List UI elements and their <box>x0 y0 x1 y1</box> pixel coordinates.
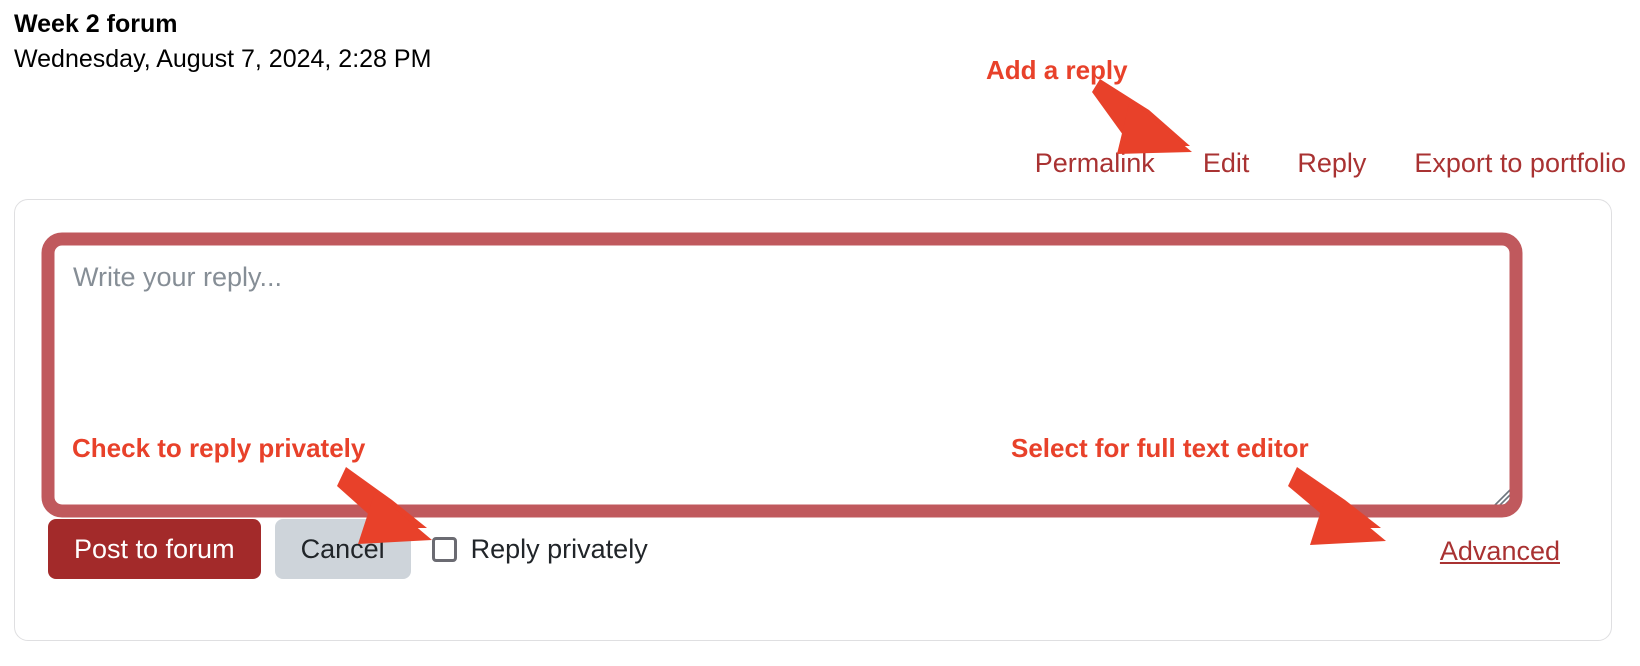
advanced-link[interactable]: Advanced <box>1440 536 1560 567</box>
reply-link[interactable]: Reply <box>1297 148 1366 179</box>
post-header: Week 2 forum Wednesday, August 7, 2024, … <box>14 8 431 77</box>
annotation-full-editor: Select for full text editor <box>1011 433 1309 463</box>
annotation-check-private: Check to reply privately <box>72 433 366 463</box>
annotation-add-reply: Add a reply <box>986 55 1128 85</box>
reply-privately-group: Reply privately <box>431 534 648 565</box>
permalink-link[interactable]: Permalink <box>1035 148 1155 179</box>
reply-input[interactable] <box>48 239 1516 511</box>
post-action-links: Permalink Edit Reply Export to portfolio <box>1035 148 1626 179</box>
reply-privately-label[interactable]: Reply privately <box>471 534 648 565</box>
edit-link[interactable]: Edit <box>1203 148 1250 179</box>
reply-form-controls: Post to forum Cancel Reply privately <box>48 519 648 580</box>
post-to-forum-button[interactable]: Post to forum <box>48 519 261 580</box>
post-timestamp: Wednesday, August 7, 2024, 2:28 PM <box>14 44 432 73</box>
resize-grip-icon[interactable] <box>1486 482 1512 508</box>
reply-textarea-container <box>48 239 1516 511</box>
cancel-button[interactable]: Cancel <box>274 519 411 580</box>
reply-privately-checkbox[interactable] <box>431 536 457 562</box>
arrow-to-reply-link <box>1092 79 1192 154</box>
page-title: Week 2 forum <box>14 10 178 38</box>
export-to-portfolio-link[interactable]: Export to portfolio <box>1414 148 1626 179</box>
